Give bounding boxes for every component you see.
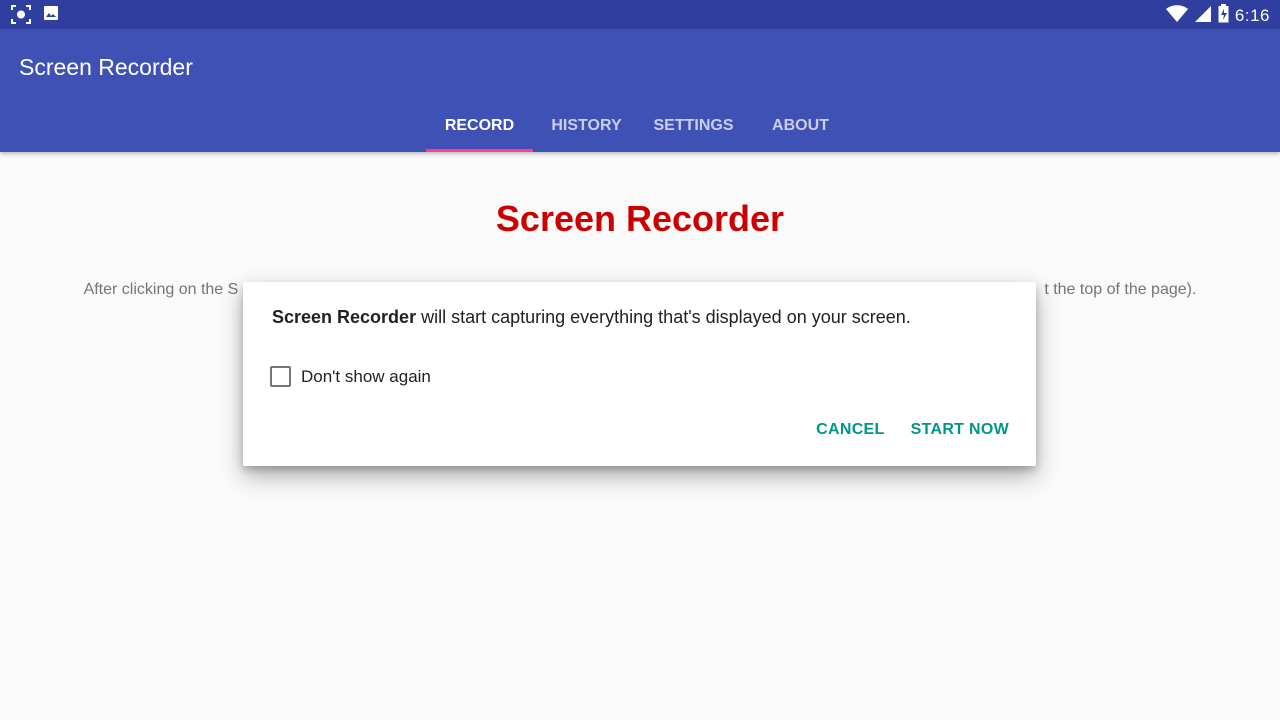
checkbox-label[interactable]: Don't show again: [301, 367, 431, 387]
start-now-button[interactable]: START NOW: [911, 421, 1009, 439]
dialog-message: Screen Recorder will start capturing eve…: [272, 307, 911, 328]
dialog-message-text: will start capturing everything that's d…: [416, 307, 911, 327]
dialog-app-name: Screen Recorder: [272, 307, 417, 327]
checkbox-box[interactable]: [270, 366, 291, 387]
capture-dialog: Screen Recorder will start capturing eve…: [243, 282, 1036, 466]
dont-show-again-checkbox[interactable]: Don't show again: [270, 366, 431, 387]
cancel-button[interactable]: CANCEL: [816, 421, 884, 439]
dialog-actions: CANCEL START NOW: [816, 421, 1009, 439]
